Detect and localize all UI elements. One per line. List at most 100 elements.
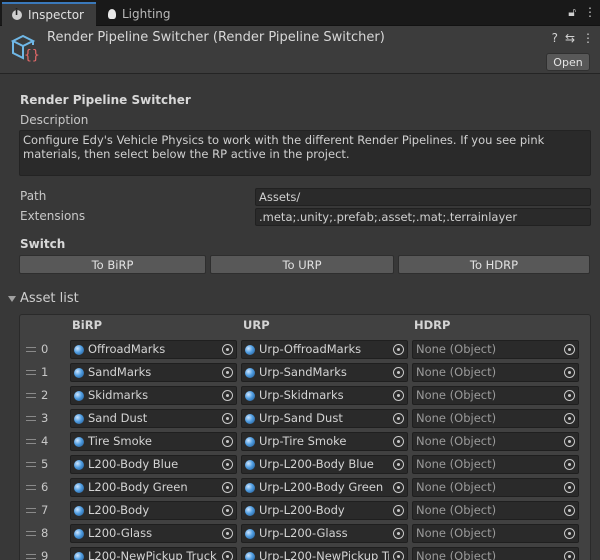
hdrp-object-field[interactable]: None (Object) bbox=[412, 501, 579, 520]
birp-value: Sand Dust bbox=[88, 411, 148, 425]
urp-object-field[interactable]: Urp-Sand Dust bbox=[241, 409, 408, 428]
urp-object-field[interactable]: Urp-L200-Body bbox=[241, 501, 408, 520]
birp-object-field[interactable]: SandMarks bbox=[70, 363, 237, 382]
birp-object-field[interactable]: OffroadMarks bbox=[70, 340, 237, 359]
object-picker-icon[interactable] bbox=[564, 367, 575, 378]
object-picker-icon[interactable] bbox=[564, 436, 575, 447]
birp-object-field[interactable]: Sand Dust bbox=[70, 409, 237, 428]
object-picker-icon[interactable] bbox=[393, 482, 404, 493]
object-picker-icon[interactable] bbox=[564, 505, 575, 516]
object-picker-icon[interactable] bbox=[222, 367, 233, 378]
urp-object-field[interactable]: Urp-L200-NewPickup Truck bbox=[241, 547, 408, 560]
extensions-field[interactable]: .meta;.unity;.prefab;.asset;.mat;.terrai… bbox=[255, 208, 591, 226]
urp-object-field[interactable]: Urp-L200-Body Green bbox=[241, 478, 408, 497]
tab-inspector[interactable]: Inspector bbox=[2, 2, 96, 26]
hdrp-value: None (Object) bbox=[416, 342, 497, 356]
list-item: 0 OffroadMarks Urp-OffroadMarks None (Objec… bbox=[20, 339, 590, 362]
urp-value: Urp-L200-Glass bbox=[259, 526, 348, 540]
drag-handle-icon[interactable] bbox=[26, 393, 36, 398]
drag-handle-icon[interactable] bbox=[26, 347, 36, 352]
birp-object-field[interactable]: L200-NewPickup Truck bbox=[70, 547, 237, 560]
description-textarea[interactable]: Configure Edy's Vehicle Physics to work … bbox=[19, 130, 591, 176]
object-picker-icon[interactable] bbox=[222, 344, 233, 355]
drag-handle-icon[interactable] bbox=[26, 462, 36, 467]
column-header-hdrp: HDRP bbox=[414, 318, 451, 332]
object-picker-icon[interactable] bbox=[222, 528, 233, 539]
hdrp-object-field[interactable]: None (Object) bbox=[412, 340, 579, 359]
hdrp-object-field[interactable]: None (Object) bbox=[412, 524, 579, 543]
lock-icon[interactable]: 🔓︎ bbox=[568, 5, 576, 20]
object-picker-icon[interactable] bbox=[222, 551, 233, 560]
birp-object-field[interactable]: L200-Body bbox=[70, 501, 237, 520]
drag-handle-icon[interactable] bbox=[26, 508, 36, 513]
birp-object-field[interactable]: L200-Glass bbox=[70, 524, 237, 543]
birp-object-field[interactable]: L200-Body Blue bbox=[70, 455, 237, 474]
row-index: 7 bbox=[41, 503, 49, 517]
birp-object-field[interactable]: Tire Smoke bbox=[70, 432, 237, 451]
object-picker-icon[interactable] bbox=[564, 459, 575, 470]
drag-handle-icon[interactable] bbox=[26, 439, 36, 444]
object-picker-icon[interactable] bbox=[222, 505, 233, 516]
list-item: 6 L200-Body Green Urp-L200-Body Green None … bbox=[20, 477, 590, 500]
hdrp-object-field[interactable]: None (Object) bbox=[412, 455, 579, 474]
help-icon[interactable]: ? bbox=[552, 31, 558, 45]
object-picker-icon[interactable] bbox=[393, 551, 404, 560]
object-picker-icon[interactable] bbox=[393, 505, 404, 516]
drag-handle-icon[interactable] bbox=[26, 416, 36, 421]
tab-lighting[interactable]: Lighting bbox=[98, 2, 184, 26]
material-icon bbox=[245, 368, 255, 378]
object-picker-icon[interactable] bbox=[393, 459, 404, 470]
hdrp-object-field[interactable]: None (Object) bbox=[412, 386, 579, 405]
hdrp-object-field[interactable]: None (Object) bbox=[412, 547, 579, 560]
drag-handle-icon[interactable] bbox=[26, 531, 36, 536]
urp-object-field[interactable]: Urp-Skidmarks bbox=[241, 386, 408, 405]
presets-icon[interactable]: ⇆ bbox=[565, 31, 575, 45]
object-picker-icon[interactable] bbox=[393, 528, 404, 539]
asset-list-foldout[interactable]: Asset list bbox=[8, 291, 79, 306]
row-index: 6 bbox=[41, 480, 49, 494]
urp-object-field[interactable]: Urp-L200-Body Blue bbox=[241, 455, 408, 474]
hdrp-object-field[interactable]: None (Object) bbox=[412, 478, 579, 497]
to-birp-button[interactable]: To BiRP bbox=[19, 255, 206, 274]
object-picker-icon[interactable] bbox=[222, 482, 233, 493]
object-picker-icon[interactable] bbox=[393, 436, 404, 447]
object-picker-icon[interactable] bbox=[393, 367, 404, 378]
drag-handle-icon[interactable] bbox=[26, 554, 36, 559]
object-picker-icon[interactable] bbox=[564, 551, 575, 560]
open-button[interactable]: Open bbox=[546, 53, 590, 71]
object-picker-icon[interactable] bbox=[564, 390, 575, 401]
birp-object-field[interactable]: Skidmarks bbox=[70, 386, 237, 405]
object-picker-icon[interactable] bbox=[564, 528, 575, 539]
birp-object-field[interactable]: L200-Body Green bbox=[70, 478, 237, 497]
urp-object-field[interactable]: Urp-L200-Glass bbox=[241, 524, 408, 543]
lightbulb-icon bbox=[108, 9, 116, 19]
hdrp-object-field[interactable]: None (Object) bbox=[412, 409, 579, 428]
hdrp-object-field[interactable]: None (Object) bbox=[412, 363, 579, 382]
urp-object-field[interactable]: Urp-SandMarks bbox=[241, 363, 408, 382]
path-field[interactable]: Assets/ bbox=[255, 188, 591, 206]
urp-object-field[interactable]: Urp-Tire Smoke bbox=[241, 432, 408, 451]
hdrp-object-field[interactable]: None (Object) bbox=[412, 432, 579, 451]
object-picker-icon[interactable] bbox=[393, 344, 404, 355]
column-header-urp: URP bbox=[243, 318, 270, 332]
column-header-birp: BiRP bbox=[72, 318, 102, 332]
drag-handle-icon[interactable] bbox=[26, 370, 36, 375]
object-picker-icon[interactable] bbox=[564, 413, 575, 424]
object-picker-icon[interactable] bbox=[222, 413, 233, 424]
switch-heading: Switch bbox=[20, 237, 66, 251]
extensions-label: Extensions bbox=[20, 209, 86, 223]
drag-handle-icon[interactable] bbox=[26, 485, 36, 490]
to-urp-button[interactable]: To URP bbox=[210, 255, 394, 274]
object-picker-icon[interactable] bbox=[222, 436, 233, 447]
kebab-menu-icon[interactable]: ⋮ bbox=[582, 31, 594, 45]
object-picker-icon[interactable] bbox=[222, 390, 233, 401]
more-menu-icon[interactable]: ⋮ bbox=[584, 5, 596, 20]
object-picker-icon[interactable] bbox=[564, 482, 575, 493]
urp-object-field[interactable]: Urp-OffroadMarks bbox=[241, 340, 408, 359]
to-hdrp-button[interactable]: To HDRP bbox=[398, 255, 590, 274]
object-picker-icon[interactable] bbox=[222, 459, 233, 470]
object-picker-icon[interactable] bbox=[564, 344, 575, 355]
object-picker-icon[interactable] bbox=[393, 413, 404, 424]
list-item: 2 Skidmarks Urp-Skidmarks None (Object) bbox=[20, 385, 590, 408]
object-picker-icon[interactable] bbox=[393, 390, 404, 401]
